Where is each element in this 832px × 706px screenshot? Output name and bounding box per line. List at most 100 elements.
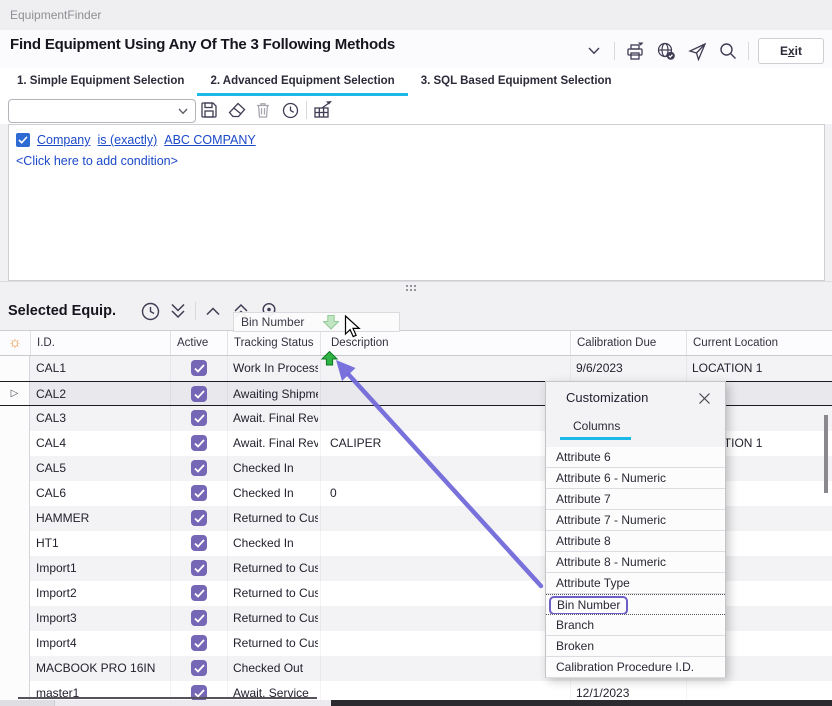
cell-id: HT1 (36, 531, 166, 556)
column-header-active[interactable]: Active (170, 331, 227, 355)
customization-column-label: Attribute 7 (556, 492, 611, 506)
exit-button-label: Exit (780, 44, 802, 58)
add-condition-link[interactable]: <Click here to add condition> (16, 154, 178, 168)
row-indicator[interactable] (0, 531, 30, 556)
horizontal-scrollbar[interactable] (0, 700, 832, 706)
active-checkbox[interactable] (191, 410, 207, 426)
horizontal-scrollbar-corner[interactable] (0, 700, 55, 706)
active-checkbox[interactable] (191, 635, 207, 651)
active-checkbox[interactable] (191, 560, 207, 576)
customization-column-item[interactable]: Attribute 6 - Numeric (546, 468, 725, 489)
active-checkbox[interactable] (191, 460, 207, 476)
row-indicator[interactable] (0, 581, 30, 606)
customization-column-label: Calibration Procedure I.D. (556, 660, 694, 674)
chevron-up-icon[interactable] (202, 299, 224, 323)
active-checkbox[interactable] (191, 386, 207, 402)
row-indicator[interactable] (0, 631, 30, 656)
active-checkbox[interactable] (191, 510, 207, 526)
column-line (227, 506, 228, 531)
tab-columns[interactable]: Columns (573, 419, 620, 433)
active-checkbox[interactable] (191, 585, 207, 601)
column-line (227, 531, 228, 556)
customization-column-item[interactable]: Attribute 7 (546, 489, 725, 510)
send-icon[interactable] (686, 39, 708, 63)
popup-title: Customization (566, 390, 648, 405)
search-icon[interactable] (717, 39, 739, 63)
row-indicator[interactable] (0, 506, 30, 531)
tab-advanced-selection[interactable]: 2. Advanced Equipment Selection (197, 68, 407, 96)
customization-column-label: Branch (556, 618, 594, 632)
erase-icon[interactable] (225, 98, 247, 122)
condition-operator-link[interactable]: is (exactly) (98, 133, 158, 147)
cell-id: CAL6 (36, 481, 166, 506)
column-line (227, 456, 228, 481)
customization-column-item[interactable]: Attribute 6 (546, 447, 725, 468)
history-icon[interactable] (139, 299, 161, 323)
cell-description (330, 506, 565, 531)
active-checkbox[interactable] (191, 360, 207, 376)
condition-value-link[interactable]: ABC COMPANY (164, 133, 255, 147)
column-header-current-location[interactable]: Current Location (686, 331, 832, 355)
active-checkbox[interactable] (191, 610, 207, 626)
delete-icon[interactable] (252, 98, 274, 122)
field-chooser-icon[interactable] (312, 98, 334, 122)
column-line (320, 506, 321, 531)
column-header-calibration-due[interactable]: Calibration Due (570, 331, 686, 355)
cell-tracking-status: Await. Final Reviev (233, 406, 318, 431)
column-line (320, 406, 321, 431)
cell-id: MACBOOK PRO 16IN (36, 656, 166, 681)
condition-field-link[interactable]: Company (37, 133, 91, 147)
customization-column-item[interactable]: Attribute 7 - Numeric (546, 510, 725, 531)
row-indicator-current[interactable]: ▷ (0, 382, 30, 405)
cell-tracking-status: Returned to Custo (233, 506, 318, 531)
active-checkbox[interactable] (191, 435, 207, 451)
cell-description (330, 356, 565, 381)
filter-combobox[interactable] (8, 99, 196, 123)
save-icon[interactable] (198, 98, 220, 122)
column-line (320, 431, 321, 456)
close-icon[interactable] (695, 389, 713, 407)
row-indicator[interactable] (0, 556, 30, 581)
customization-column-item[interactable]: Calibration Procedure I.D. (546, 657, 725, 678)
sun-icon[interactable]: ☼ (0, 331, 30, 355)
chevron-down-icon[interactable] (583, 39, 605, 63)
cell-id: CAL1 (36, 356, 166, 381)
row-indicator[interactable] (0, 481, 30, 506)
column-line (170, 356, 171, 381)
panel-splitter[interactable] (0, 281, 832, 296)
customization-column-item[interactable]: Branch (546, 615, 725, 636)
customization-column-item[interactable]: Attribute 8 (546, 531, 725, 552)
vertical-scrollbar-thumb[interactable] (824, 415, 828, 493)
active-checkbox[interactable] (191, 535, 207, 551)
double-chevron-down-icon[interactable] (167, 299, 189, 323)
column-header-id[interactable]: I.D. (30, 331, 170, 355)
column-header-tracking-status[interactable]: Tracking Status (227, 331, 320, 355)
tab-sql-selection[interactable]: 3. SQL Based Equipment Selection (408, 68, 625, 96)
splitter-grip-icon[interactable] (406, 285, 416, 291)
customization-column-item[interactable]: Attribute 8 - Numeric (546, 552, 725, 573)
chevron-down-icon[interactable] (178, 108, 188, 115)
row-indicator[interactable] (0, 606, 30, 631)
row-indicator[interactable] (0, 406, 30, 431)
table-row[interactable]: CAL1Work In Process9/6/2023LOCATION 1 (0, 356, 832, 381)
customization-column-item[interactable]: Broken (546, 636, 725, 657)
row-indicator[interactable] (0, 356, 30, 381)
web-export-icon[interactable] (655, 39, 677, 63)
active-checkbox[interactable] (191, 485, 207, 501)
condition-checkbox[interactable] (16, 133, 30, 147)
customization-column-item[interactable]: Bin Number (546, 594, 725, 615)
row-indicator[interactable] (0, 431, 30, 456)
history-icon[interactable] (279, 98, 301, 122)
tab-simple-selection[interactable]: 1. Simple Equipment Selection (4, 68, 197, 96)
active-checkbox[interactable] (191, 660, 207, 676)
row-indicator[interactable] (0, 656, 30, 681)
drag-ghost[interactable]: Bin Number (233, 312, 400, 332)
row-indicator[interactable] (0, 456, 30, 481)
exit-button[interactable]: Exit (758, 38, 824, 64)
print-icon[interactable] (624, 39, 646, 63)
cell-id: CAL3 (36, 406, 166, 431)
customization-column-item[interactable]: Attribute Type (546, 573, 725, 594)
customization-column-label: Attribute Type (556, 576, 630, 590)
customization-column-label: Attribute 8 - Numeric (556, 555, 666, 569)
horizontal-scrollbar-thumb[interactable] (331, 700, 832, 706)
